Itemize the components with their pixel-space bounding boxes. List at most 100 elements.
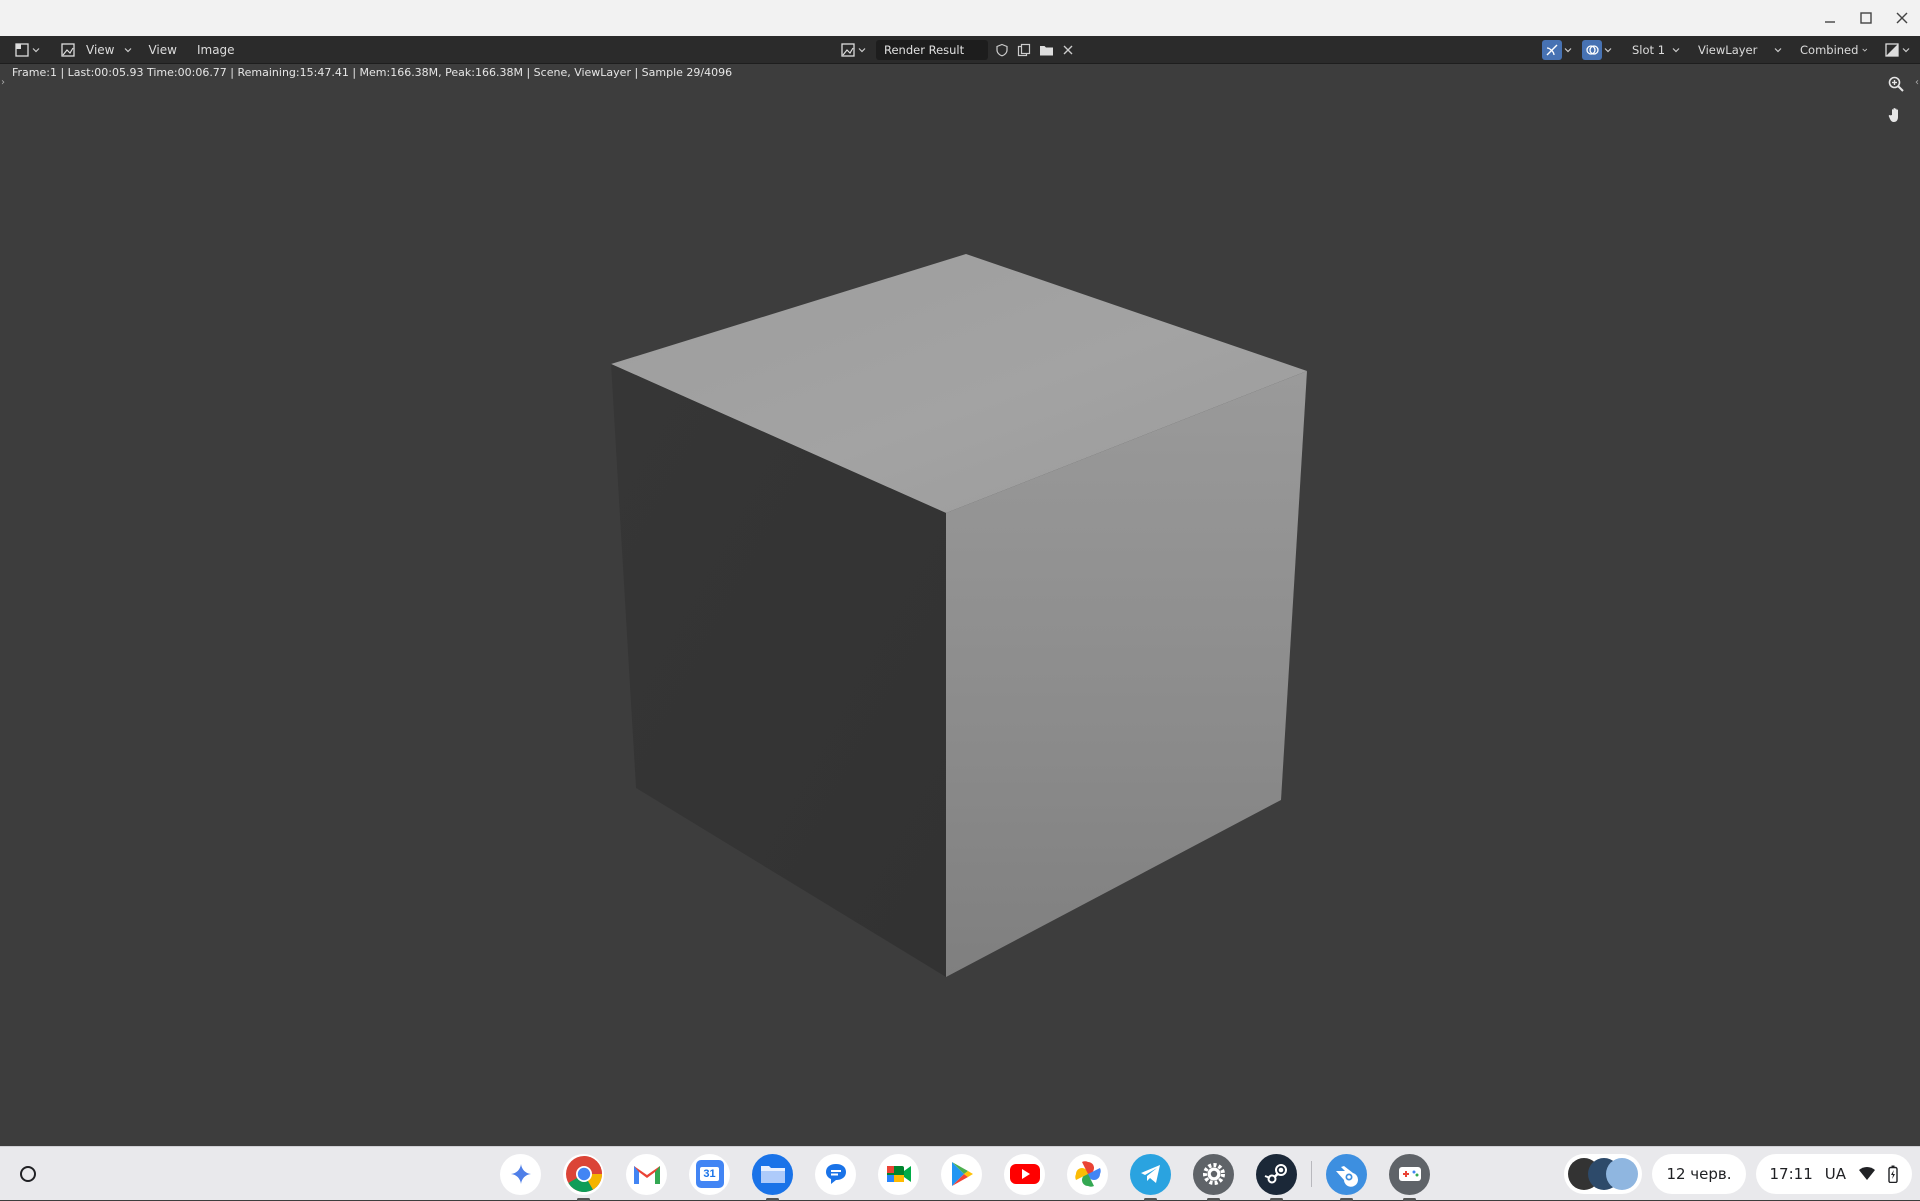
shield-icon xyxy=(996,43,1008,57)
toolbar-expand-arrow[interactable]: › xyxy=(1,77,5,88)
menu-image[interactable]: Image xyxy=(189,40,243,60)
header-right: Slot 1 ViewLayer Combined xyxy=(1542,36,1914,64)
mode-label: View xyxy=(86,43,115,57)
steam-app[interactable] xyxy=(1256,1153,1297,1201)
window-titlebar xyxy=(0,0,1920,36)
settings-icon xyxy=(1202,1163,1225,1185)
gizmo-toggle[interactable] xyxy=(1542,40,1562,60)
new-image-button[interactable] xyxy=(1016,42,1032,58)
render-pass-dropdown[interactable]: Combined xyxy=(1794,40,1874,60)
play-store-app[interactable] xyxy=(941,1153,982,1195)
blender-icon xyxy=(1335,1166,1358,1187)
pan-button[interactable] xyxy=(1884,103,1908,127)
photos-icon xyxy=(1074,1161,1101,1187)
render-pass-label: Combined xyxy=(1800,43,1859,57)
chevron-down-icon xyxy=(1672,48,1680,53)
fake-user-button[interactable] xyxy=(994,42,1010,58)
time-label: 17:11 xyxy=(1769,1165,1813,1183)
close-icon xyxy=(1063,45,1073,55)
maximize-button[interactable] xyxy=(1848,0,1884,36)
minimize-button[interactable] xyxy=(1812,0,1848,36)
game-app[interactable] xyxy=(1389,1153,1430,1201)
messages-app[interactable] xyxy=(815,1153,856,1195)
battery-icon xyxy=(1888,1165,1898,1183)
zoom-button[interactable] xyxy=(1884,72,1908,96)
duplicate-icon xyxy=(1017,43,1031,57)
chrome-app[interactable] xyxy=(563,1153,604,1201)
gizmo-icon xyxy=(1546,44,1558,56)
holding-space-button[interactable] xyxy=(1564,1154,1643,1194)
telegram-app[interactable] xyxy=(1130,1153,1171,1201)
running-indicator xyxy=(766,1197,779,1201)
chevron-down-icon xyxy=(1902,48,1910,53)
chevron-down-icon xyxy=(125,48,132,53)
game-icon xyxy=(1398,1167,1421,1181)
pinned-apps: 31 xyxy=(500,1153,1430,1201)
view-layer-dropdown[interactable]: ViewLayer xyxy=(1692,40,1788,60)
image-view-icon xyxy=(61,43,75,57)
chevron-down-icon xyxy=(32,48,40,53)
messages-icon xyxy=(825,1164,846,1184)
open-image-button[interactable] xyxy=(1038,42,1054,58)
render-result-image xyxy=(611,254,1307,977)
calendar-app[interactable]: 31 xyxy=(689,1153,730,1195)
chevron-down-icon[interactable] xyxy=(1604,46,1612,54)
running-indicator xyxy=(1144,1197,1157,1201)
gmail-icon xyxy=(633,1166,660,1184)
minimize-icon xyxy=(1825,21,1835,23)
editor-type-selector[interactable] xyxy=(10,40,44,60)
image-name-field[interactable]: Render Result xyxy=(876,40,988,60)
maximize-icon xyxy=(1860,12,1872,24)
telegram-icon xyxy=(1140,1165,1160,1183)
mode-selector[interactable]: View xyxy=(56,38,136,62)
meet-app[interactable] xyxy=(878,1153,919,1195)
unlink-image-button[interactable] xyxy=(1060,42,1076,58)
chevron-down-icon xyxy=(858,48,866,53)
running-indicator xyxy=(1340,1197,1353,1201)
date-tray[interactable]: 12 черв. xyxy=(1652,1154,1746,1194)
gemini-icon xyxy=(510,1164,531,1184)
launcher-button[interactable] xyxy=(14,1160,42,1188)
image-datablock: Render Result xyxy=(836,36,1076,64)
running-indicator xyxy=(577,1197,590,1201)
meet-icon xyxy=(886,1166,911,1182)
calendar-icon: 31 xyxy=(695,1160,724,1188)
running-indicator xyxy=(1270,1197,1283,1201)
running-indicator xyxy=(1207,1197,1220,1201)
image-editor-icon xyxy=(15,43,29,57)
folder-icon xyxy=(1039,46,1053,56)
youtube-app[interactable] xyxy=(1004,1153,1045,1195)
gemini-app[interactable] xyxy=(500,1153,541,1195)
render-status-text: Frame:1 | Last:00:05.93 Time:00:06.77 | … xyxy=(12,66,733,79)
image-browse-icon xyxy=(841,43,855,57)
calendar-day: 31 xyxy=(700,1167,719,1181)
menu-view[interactable]: View xyxy=(140,40,184,60)
overlay-toggle-group xyxy=(1582,40,1612,60)
running-indicator xyxy=(1403,1197,1416,1201)
holding-space-thumbnail xyxy=(1606,1158,1639,1190)
sidebar-expand-arrow[interactable]: ‹ xyxy=(1915,77,1919,88)
play-store-icon xyxy=(951,1162,973,1186)
files-app[interactable] xyxy=(752,1153,793,1201)
close-icon xyxy=(1896,12,1908,24)
slot-dropdown[interactable]: Slot 1 xyxy=(1626,40,1686,60)
gmail-app[interactable] xyxy=(626,1153,667,1195)
settings-app[interactable] xyxy=(1193,1153,1234,1201)
launcher-icon xyxy=(20,1166,36,1182)
overlay-toggle[interactable] xyxy=(1582,40,1602,60)
blender-app[interactable] xyxy=(1326,1153,1367,1201)
gizmo-toggle-group xyxy=(1542,40,1572,60)
slot-label: Slot 1 xyxy=(1632,43,1666,57)
date-label: 12 черв. xyxy=(1666,1165,1732,1183)
system-tray[interactable]: 17:11 UA xyxy=(1755,1154,1912,1194)
display-channels-icon xyxy=(1885,43,1899,57)
photos-app[interactable] xyxy=(1067,1153,1108,1195)
youtube-icon xyxy=(1009,1164,1040,1184)
display-channels-dropdown[interactable] xyxy=(1880,40,1914,60)
chevron-down-icon[interactable] xyxy=(1564,46,1572,54)
image-browse-button[interactable] xyxy=(836,40,870,60)
chevron-down-icon xyxy=(1774,48,1782,53)
zoom-icon xyxy=(1888,76,1904,92)
close-button[interactable] xyxy=(1884,0,1920,36)
render-viewport[interactable] xyxy=(0,65,1920,1146)
